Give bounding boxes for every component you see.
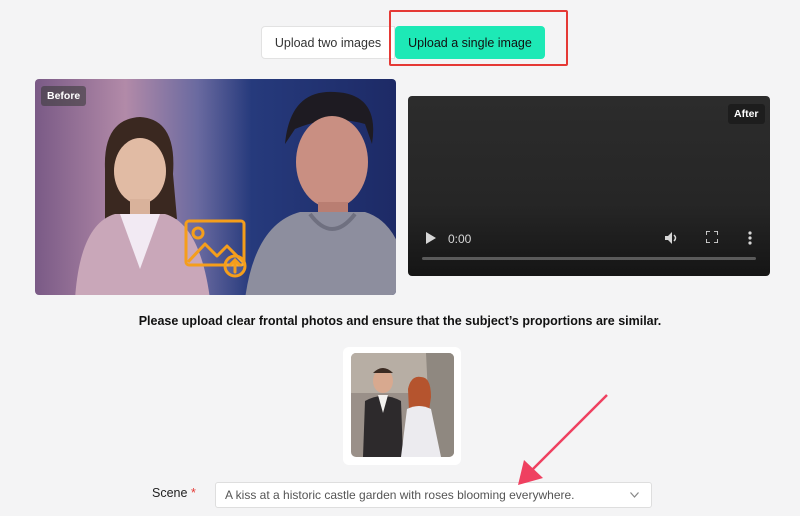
couple-photo: [351, 353, 454, 457]
video-seek-bar[interactable]: [422, 257, 756, 260]
fullscreen-icon[interactable]: [706, 231, 718, 243]
volume-icon[interactable]: [664, 231, 678, 245]
more-icon[interactable]: [748, 231, 752, 245]
image-upload-icon[interactable]: [183, 218, 249, 278]
person-right-figure: [245, 91, 396, 295]
before-badge: Before: [41, 86, 87, 106]
upload-instructions: Please upload clear frontal photos and e…: [138, 314, 662, 328]
chevron-down-icon: [630, 492, 639, 498]
play-icon[interactable]: [426, 232, 436, 244]
video-time: 0:00: [448, 232, 472, 246]
annotation-arrow: [518, 394, 608, 485]
annotation-highlight-box: [389, 10, 568, 66]
required-mark: *: [190, 486, 196, 500]
tab-upload-two-images[interactable]: Upload two images: [261, 26, 395, 59]
uploaded-image-thumbnail[interactable]: [343, 347, 461, 465]
after-badge: After: [728, 104, 765, 124]
video-controls: 0:00: [408, 226, 770, 256]
scene-label-text: Scene: [152, 486, 188, 500]
scene-select-value: A kiss at a historic castle garden with …: [225, 488, 575, 502]
scene-label: Scene *: [152, 486, 196, 500]
